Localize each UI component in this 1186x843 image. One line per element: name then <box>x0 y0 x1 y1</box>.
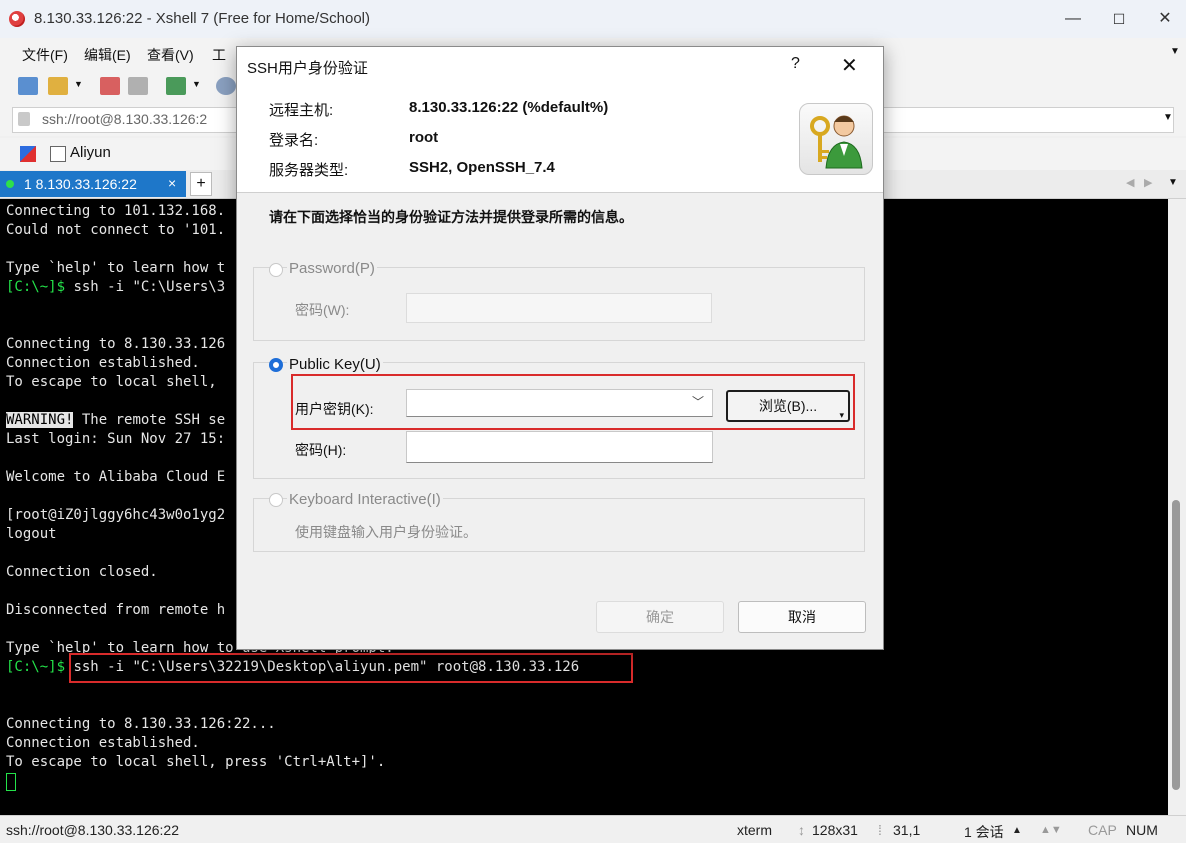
minimize-button[interactable]: — <box>1050 0 1096 38</box>
terminal-line: Could not connect to '101. <box>6 222 226 238</box>
xshell-logo-icon <box>9 11 25 27</box>
terminal-line: logout <box>6 526 57 542</box>
connected-status-icon <box>6 180 14 188</box>
status-num: NUM <box>1126 822 1158 838</box>
cursor-pos-icon: ⁞ <box>878 822 882 838</box>
lock-icon <box>18 112 30 126</box>
menu-tools[interactable]: 工 <box>212 45 226 65</box>
status-cap: CAP <box>1088 822 1117 838</box>
terminal-line: [root@iZ0jlggy6hc43w0o1yg2 <box>6 507 226 523</box>
password-field-label: 密码(W): <box>295 302 350 318</box>
user-key-highlight-box <box>291 374 855 430</box>
search-icon[interactable] <box>216 77 236 95</box>
key-passphrase-input[interactable] <box>406 431 713 463</box>
terminal-line: Disconnected from remote h <box>6 602 226 618</box>
dropdown-chevron-icon[interactable]: ▼ <box>74 79 83 89</box>
keyboard-interactive-desc: 使用键盘输入用户身份验证。 <box>295 524 477 540</box>
terminal-line: Connecting to 101.132.168. <box>6 203 226 219</box>
terminal-line: Connecting to 8.130.33.126 <box>6 336 226 352</box>
password-option-label: Password(P) <box>287 260 377 277</box>
tab-close-icon[interactable]: × <box>168 175 176 191</box>
status-term-type: xterm <box>737 822 772 838</box>
disconnect-icon[interactable] <box>100 77 120 95</box>
size-icon: ↕ <box>798 822 805 838</box>
terminal-line: Connecting to 8.130.33.126:22... <box>6 716 276 732</box>
terminal-line: To escape to local shell, <box>6 374 217 390</box>
remote-host-label: 远程主机: <box>269 102 334 119</box>
terminal-line: Connection closed. <box>6 564 158 580</box>
new-tab-button[interactable]: + <box>190 172 212 196</box>
link-aliyun[interactable]: Aliyun <box>70 144 111 161</box>
open-folder-icon[interactable] <box>48 77 68 95</box>
upload-arrow-icon: ▲▼ <box>1040 824 1062 836</box>
status-term-size: 128x31 <box>812 822 858 838</box>
command-text: ssh -i "C:\Users\3 <box>65 279 226 295</box>
auth-instruction: 请在下面选择恰当的身份验证方法并提供登录所需的信息。 <box>269 209 633 225</box>
login-name-value: root <box>409 129 439 146</box>
ok-button[interactable]: 确定 <box>596 601 724 633</box>
status-cursor-pos: 31,1 <box>893 822 921 838</box>
settings-icon[interactable] <box>166 77 186 95</box>
title-bar: 8.130.33.126:22 - Xshell 7 (Free for Hom… <box>0 0 1186 38</box>
sessions-up-arrow-icon[interactable]: ▲ <box>1012 825 1022 836</box>
dialog-close-icon[interactable]: ✕ <box>841 53 858 78</box>
menu-edit[interactable]: 编辑(E) <box>84 45 131 65</box>
prompt: [C:\~]$ <box>6 659 66 675</box>
warning-label: WARNING! <box>6 412 74 428</box>
cancel-button[interactable]: 取消 <box>738 601 866 633</box>
terminal-line: Connection established. <box>6 355 200 371</box>
menu-overflow-chevron-icon[interactable]: ▼ <box>1170 46 1180 57</box>
tab-label: 1 8.130.33.126:22 <box>24 176 137 192</box>
tab-scroll-right-icon[interactable]: ▶ <box>1144 176 1152 189</box>
ssh-auth-dialog: SSH用户身份验证 ? ✕ 远程主机: 8.130.33.126:22 (%de… <box>236 46 884 650</box>
bookmark-icon <box>20 146 36 162</box>
remote-host-value: 8.130.33.126:22 (%default%) <box>409 99 609 116</box>
status-connection: ssh://root@8.130.33.126:22 <box>6 822 179 838</box>
terminal-line: [C:\~]$ ssh -i "C:\Users\3 <box>6 279 225 295</box>
login-name-label: 登录名: <box>269 132 319 149</box>
server-type-value: SSH2, OpenSSH_7.4 <box>409 159 555 176</box>
terminal-line: Type `help' to learn how t <box>6 260 226 276</box>
link-arrow-icon <box>50 146 66 162</box>
public-key-option-label: Public Key(U) <box>287 356 383 373</box>
keyboard-interactive-radio[interactable] <box>269 493 283 507</box>
status-bar: ssh://root@8.130.33.126:22 xterm ↕ 128x3… <box>0 815 1186 843</box>
window-title: 8.130.33.126:22 - Xshell 7 (Free for Hom… <box>34 10 371 27</box>
password-input[interactable] <box>406 293 712 323</box>
close-button[interactable]: ✕ <box>1142 0 1186 38</box>
terminal-line: WARNING! The remote SSH se <box>6 412 225 428</box>
command-highlight-box <box>69 653 633 683</box>
user-key-icon <box>799 103 873 175</box>
help-icon[interactable]: ? <box>791 55 800 73</box>
tab-scroll-left-icon[interactable]: ◀ <box>1126 176 1134 189</box>
key-passphrase-label: 密码(H): <box>295 442 347 458</box>
menu-file[interactable]: 文件(F) <box>22 45 68 65</box>
address-dropdown-chevron-icon[interactable]: ▼ <box>1163 112 1173 123</box>
keyboard-interactive-label: Keyboard Interactive(I) <box>287 491 443 508</box>
tab-session-1[interactable]: 1 8.130.33.126:22 × <box>0 171 186 197</box>
public-key-radio[interactable] <box>269 358 283 372</box>
tab-list-chevron-icon[interactable]: ▼ <box>1168 177 1178 188</box>
password-radio[interactable] <box>269 263 283 277</box>
terminal-cursor <box>6 773 16 791</box>
scrollbar-thumb[interactable] <box>1172 500 1180 790</box>
warning-text: The remote SSH se <box>73 412 226 428</box>
status-sessions: 1 会话 <box>964 824 1004 840</box>
terminal-line: Connection established. <box>6 735 200 751</box>
new-session-icon[interactable] <box>18 77 38 95</box>
menu-view[interactable]: 查看(V) <box>147 45 194 65</box>
terminal-line: Last login: Sun Nov 27 15: <box>6 431 226 447</box>
dialog-title: SSH用户身份验证 <box>247 60 368 77</box>
settings-dropdown-chevron-icon[interactable]: ▼ <box>192 79 201 89</box>
server-type-label: 服务器类型: <box>269 162 349 179</box>
reconnect-icon[interactable] <box>128 77 148 95</box>
terminal-line: To escape to local shell, press 'Ctrl+Al… <box>6 754 386 770</box>
address-text: ssh://root@8.130.33.126:2 <box>42 111 208 127</box>
terminal-line: Welcome to Alibaba Cloud E <box>6 469 226 485</box>
prompt: [C:\~]$ <box>6 279 66 295</box>
maximize-button[interactable]: ☐ <box>1096 0 1142 38</box>
